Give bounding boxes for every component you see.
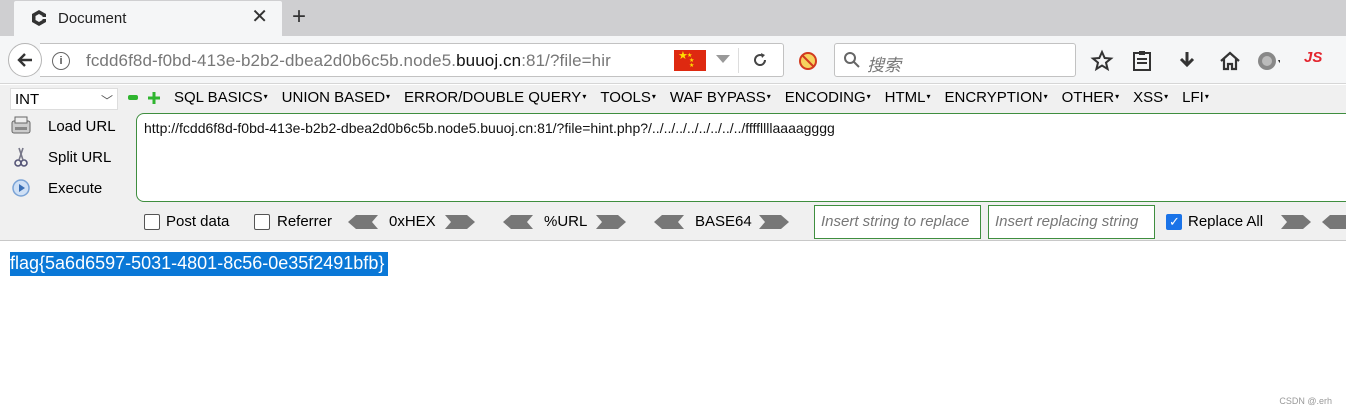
replace-arrow-icon[interactable] xyxy=(1281,215,1311,229)
minus-icon[interactable] xyxy=(128,95,138,100)
menu-error-double-query[interactable]: ERROR/DOUBLE QUERY xyxy=(404,89,586,106)
plus-icon[interactable] xyxy=(148,92,160,104)
info-icon[interactable]: i xyxy=(52,52,70,70)
referrer-checkbox[interactable] xyxy=(254,214,270,230)
home-icon[interactable] xyxy=(1218,49,1242,73)
base64-encode-arrow-icon[interactable] xyxy=(759,215,789,229)
menu-encoding[interactable]: ENCODING xyxy=(785,89,871,106)
menu-html[interactable]: HTML xyxy=(885,89,931,106)
hex-decode-arrow-icon[interactable] xyxy=(348,215,378,229)
hex-encode-arrow-icon[interactable] xyxy=(445,215,475,229)
url-domain: buuoj.cn xyxy=(456,51,522,70)
chevron-down-icon: ﹀ xyxy=(100,94,113,108)
replace-all-label: Replace All xyxy=(1188,213,1264,230)
noscript-icon[interactable] xyxy=(798,51,818,71)
search-icon xyxy=(844,52,860,68)
flag-star-icon: ★ xyxy=(689,63,695,69)
execute-label: Execute xyxy=(48,179,103,197)
split-url-label: Split URL xyxy=(48,148,112,166)
watermark: CSDN @.erh xyxy=(1279,396,1332,406)
load-url-label: Load URL xyxy=(48,117,116,135)
menu-encryption[interactable]: ENCRYPTION xyxy=(945,89,1048,106)
hackbar-panel: INT ﹀ SQL BASICS UNION BASED ERROR/DOUBL… xyxy=(0,85,1346,241)
url-encode-arrow-icon[interactable] xyxy=(596,215,626,229)
url-text[interactable]: fcdd6f8d-f0bd-413e-b2b2-dbea2d0b6c5b.nod… xyxy=(86,51,666,71)
post-data-label: Post data xyxy=(166,213,230,230)
replace-all-checkbox[interactable] xyxy=(1166,214,1182,230)
menu-lfi[interactable]: LFI xyxy=(1182,89,1209,106)
play-icon xyxy=(12,179,30,197)
post-data-checkbox[interactable] xyxy=(144,214,160,230)
replacing-string-input[interactable]: Insert replacing string xyxy=(988,205,1155,239)
back-button[interactable] xyxy=(8,43,42,77)
url-bar[interactable]: i fcdd6f8d-f0bd-413e-b2b2-dbea2d0b6c5b.n… xyxy=(40,43,784,77)
close-icon[interactable]: ✕ xyxy=(251,7,268,27)
url-prefix: fcdd6f8d-f0bd-413e-b2b2-dbea2d0b6c5b.nod… xyxy=(86,51,457,70)
hackbar-menu: SQL BASICS UNION BASED ERROR/DOUBLE QUER… xyxy=(174,89,1223,106)
tab-title: Document xyxy=(58,10,127,27)
navigation-bar: i fcdd6f8d-f0bd-413e-b2b2-dbea2d0b6c5b.n… xyxy=(0,36,1346,84)
search-placeholder: 搜索 xyxy=(867,56,901,75)
base64-decode-arrow-icon[interactable] xyxy=(654,215,684,229)
replace-string-input[interactable]: Insert string to replace xyxy=(814,205,981,239)
profile-icon[interactable] xyxy=(1256,49,1280,73)
menu-union-based[interactable]: UNION BASED xyxy=(282,89,390,106)
scissors-icon xyxy=(14,147,28,167)
menu-other[interactable]: OTHER xyxy=(1062,89,1120,106)
search-bar[interactable]: 搜索 xyxy=(834,43,1076,77)
menu-xss[interactable]: XSS xyxy=(1133,89,1168,106)
split-url-button[interactable]: Split URL xyxy=(10,145,126,169)
menu-tools[interactable]: TOOLS xyxy=(600,89,656,106)
hackbar-url-textarea[interactable]: http://fcdd6f8d-f0bd-413e-b2b2-dbea2d0b6… xyxy=(136,113,1346,202)
base64-label: BASE64 xyxy=(695,213,752,230)
load-url-button[interactable]: Load URL xyxy=(10,114,126,138)
back-arrow-icon xyxy=(17,53,32,67)
flag-text: flag{5a6d6597-5031-4801-8c56-0e35f2491bf… xyxy=(10,252,389,276)
type-select-value: INT xyxy=(15,91,40,108)
javascript-toggle-icon[interactable]: JS xyxy=(1304,49,1322,66)
url-encode-label: %URL xyxy=(544,213,588,230)
site-logo-icon xyxy=(32,10,46,26)
type-select[interactable]: INT ﹀ xyxy=(10,88,118,110)
url-decode-arrow-icon[interactable] xyxy=(503,215,533,229)
url-suffix: :81/?file=hir xyxy=(521,51,611,70)
reload-icon[interactable] xyxy=(750,50,770,70)
download-icon[interactable] xyxy=(1175,49,1199,73)
menu-sql-basics[interactable]: SQL BASICS xyxy=(174,89,268,106)
hackbar-options-row: Post data Referrer 0xHEX %URL BASE64 Ins… xyxy=(0,205,1346,241)
url-divider xyxy=(738,48,739,73)
reading-list-icon[interactable] xyxy=(1130,49,1154,73)
tab-strip: Document ✕ + xyxy=(0,0,1346,36)
referrer-label: Referrer xyxy=(277,213,333,230)
replace-back-arrow-icon[interactable] xyxy=(1322,215,1346,229)
menu-waf-bypass[interactable]: WAF BYPASS xyxy=(670,89,771,106)
bookmark-star-icon[interactable] xyxy=(1090,49,1114,73)
new-tab-button[interactable]: + xyxy=(292,4,306,30)
url-dropdown-icon[interactable] xyxy=(716,55,730,63)
execute-button[interactable]: Execute xyxy=(10,176,126,200)
tab-document[interactable]: Document ✕ xyxy=(14,1,282,36)
load-url-icon xyxy=(11,116,31,134)
china-flag-icon[interactable]: ★ ★ ★ ★ xyxy=(674,50,706,71)
hex-label: 0xHEX xyxy=(389,213,436,230)
